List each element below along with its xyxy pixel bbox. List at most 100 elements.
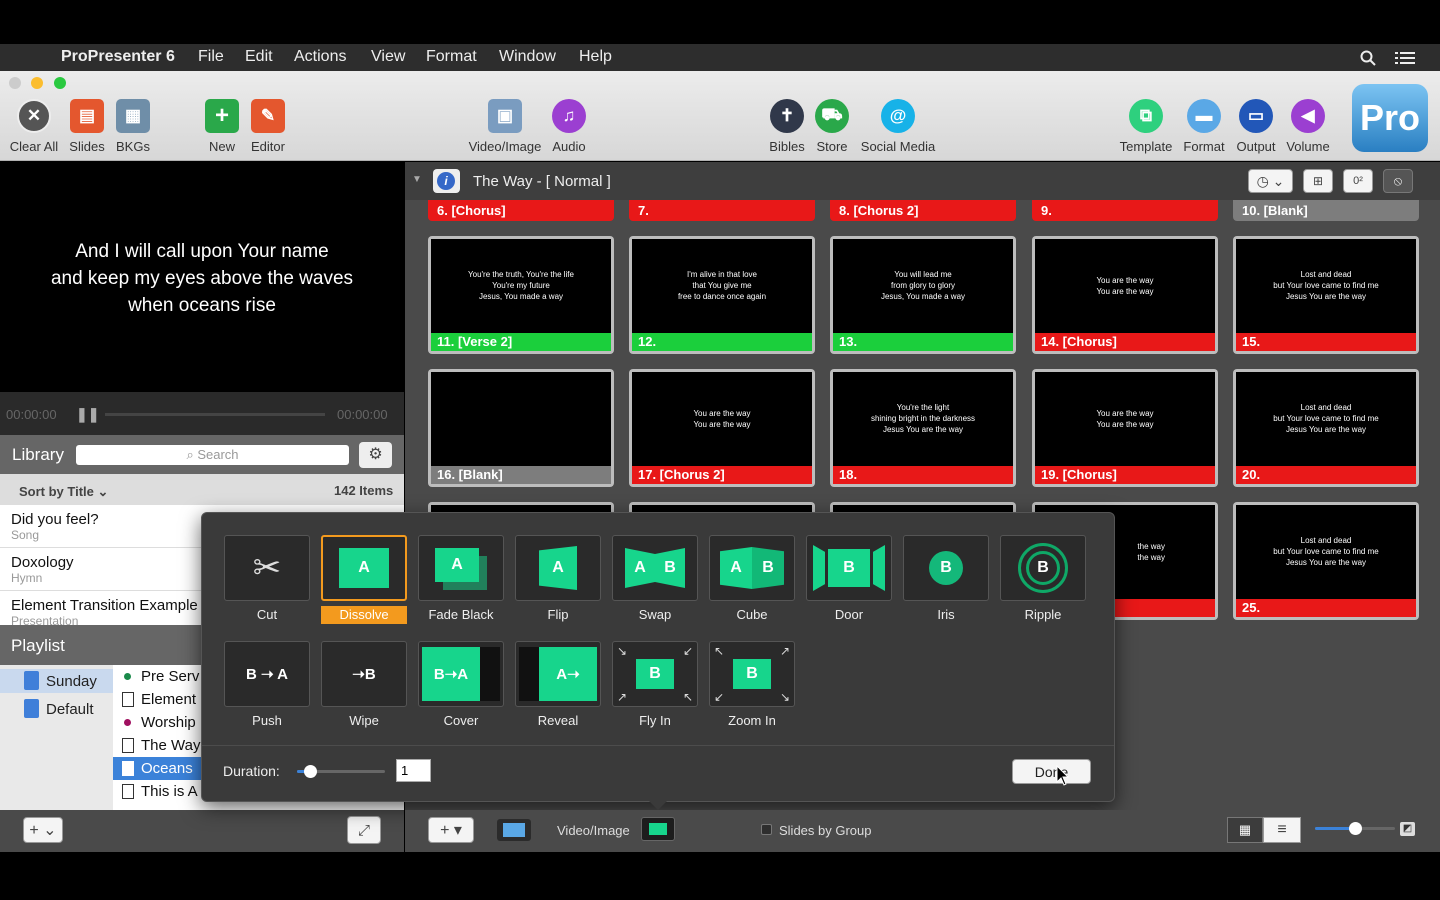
slide-label: 25. [1236, 599, 1416, 617]
window-minimize-button[interactable] [31, 77, 43, 89]
document-icon [24, 671, 39, 690]
transition-cube[interactable]: AB Cube [709, 535, 795, 624]
divider [202, 745, 1114, 746]
transition-push[interactable]: B ➝ A Push [224, 641, 310, 730]
slide-screen: You are the way You are the way [1035, 239, 1215, 334]
zoom-max-icon[interactable]: ◩ [1400, 822, 1415, 836]
slide-thumbnail[interactable]: Lost and dead but Your love came to find … [1233, 502, 1419, 620]
slide-thumbnail[interactable]: You are the way You are the way 17. [Chor… [629, 369, 815, 487]
slide-partial[interactable]: 9. [1032, 200, 1218, 221]
menu-view[interactable]: View [371, 48, 405, 66]
social-media-button[interactable]: @ Social Media [856, 99, 940, 154]
disable-icon[interactable]: ⦸ [1383, 169, 1413, 193]
propresenter-logo[interactable]: Pro [1352, 84, 1428, 152]
slide-thumbnail[interactable]: You are the way You are the way 14. [Chor… [1032, 236, 1218, 354]
transition-swap[interactable]: AB Swap [612, 535, 698, 624]
window-close-button[interactable] [9, 77, 21, 89]
slide-thumbnail[interactable]: You are the way You are the way 19. [Chor… [1032, 369, 1218, 487]
window-zoom-button[interactable] [54, 77, 66, 89]
slide-partial[interactable]: 10. [Blank] [1233, 200, 1419, 221]
transition-fly-in[interactable]: ↘ ↙ B ↗ ↖ Fly In [612, 641, 698, 730]
done-button[interactable]: Done [1012, 759, 1091, 784]
slide-thumbnail[interactable]: 16. [Blank] [428, 369, 614, 487]
slide-partial[interactable]: 7. [629, 200, 815, 221]
editor-button[interactable]: ✎ Editor [246, 99, 290, 154]
clock-icon[interactable]: 0² [1343, 169, 1373, 193]
bkgs-clear-icon: ▦ [116, 99, 150, 133]
duration-input[interactable] [396, 759, 431, 782]
library-settings-gear-icon[interactable]: ⚙ [359, 442, 392, 468]
zoom-slider-knob[interactable] [1349, 822, 1362, 835]
menu-file[interactable]: File [198, 48, 224, 66]
transition-zoom-in[interactable]: ↖ ↗ B ↙ ↘ Zoom In [709, 641, 795, 730]
grid-view-icon[interactable]: ▦ [1227, 817, 1263, 843]
slides-by-group-checkbox[interactable] [761, 824, 772, 835]
transition-ripple[interactable]: B Ripple [1000, 535, 1086, 624]
slide-thumbnail[interactable]: Lost and dead but Your love came to find … [1233, 369, 1419, 487]
transition-reveal[interactable]: A➝ Reveal [515, 641, 601, 730]
menu-window[interactable]: Window [499, 48, 556, 66]
transition-fade-black[interactable]: A Fade Black [418, 535, 504, 624]
store-button[interactable]: ⛟ Store [810, 99, 854, 154]
notification-center-icon[interactable] [1395, 51, 1415, 65]
slide-thumbnail[interactable]: I'm alive in that love that You give me fr… [629, 236, 815, 354]
slide-thumbnail[interactable]: You're the light shining bright in the da… [830, 369, 1016, 487]
slide-thumbnail[interactable]: You will lead me from glory to glory Jesus… [830, 236, 1016, 354]
library-search-input[interactable]: ⌕ Search [76, 445, 349, 465]
transition-iris[interactable]: B Iris [903, 535, 989, 624]
pause-icon[interactable]: ❚❚ [76, 406, 99, 423]
add-slide-button[interactable]: + ▾ [428, 817, 474, 843]
slide-partial[interactable]: 8. [Chorus 2] [830, 200, 1016, 221]
dissolve-icon: A [321, 535, 407, 601]
menu-help[interactable]: Help [579, 48, 612, 66]
duration-slider[interactable] [297, 765, 385, 778]
menu-edit[interactable]: Edit [245, 48, 273, 66]
transition-wipe[interactable]: ➝B Wipe [321, 641, 407, 730]
output-button[interactable]: ▭ Output [1232, 99, 1280, 154]
transition-cut[interactable]: ✂ Cut [224, 535, 310, 624]
slide-label: 13. [833, 333, 1013, 351]
audio-button[interactable]: ♫ Audio [547, 99, 591, 154]
format-button[interactable]: ▬ Format [1182, 99, 1226, 154]
bibles-button[interactable]: ✝ Bibles [765, 99, 809, 154]
clear-slides-button[interactable]: ▤ Slides [66, 99, 108, 154]
transition-door[interactable]: B Door [806, 535, 892, 624]
timer-dropdown-icon[interactable]: ◷ ⌄ [1248, 169, 1293, 193]
list-view-icon[interactable]: ≡ [1263, 817, 1301, 843]
playback-progress[interactable] [105, 413, 325, 416]
store-cart-icon: ⛟ [815, 99, 849, 133]
zoom-slider[interactable] [1315, 822, 1395, 835]
slide-partial[interactable]: 6. [Chorus] [428, 200, 614, 221]
transition-button[interactable] [641, 817, 675, 841]
playlist-folder-sunday[interactable]: Sunday [0, 669, 113, 693]
sort-by-title-dropdown[interactable]: Sort by Title ⌄ [19, 484, 108, 500]
bkg-image-icon[interactable] [497, 819, 531, 841]
template-button[interactable]: ⧉ Template [1117, 99, 1175, 154]
social-media-at-icon: @ [881, 99, 915, 133]
expand-icon[interactable]: ⤢ [347, 816, 381, 844]
transition-cover[interactable]: B➝A Cover [418, 641, 504, 730]
video-image-button[interactable]: ▣ Video/Image [466, 99, 544, 154]
library-count: 142 Items [334, 483, 394, 498]
transition-dissolve[interactable]: A Dissolve [321, 535, 407, 624]
iris-icon: B [903, 535, 989, 601]
volume-button[interactable]: ◀ Volume [1284, 99, 1332, 154]
clear-all-button[interactable]: ✕ Clear All [6, 99, 62, 154]
info-button[interactable]: i [433, 169, 460, 193]
menu-actions[interactable]: Actions [294, 48, 346, 66]
arrangement-icon[interactable]: ⊞ [1303, 169, 1333, 193]
clear-bkgs-button[interactable]: ▦ BKGs [112, 99, 154, 154]
duration-slider-knob[interactable] [304, 765, 317, 778]
menu-format[interactable]: Format [426, 48, 477, 66]
slide-thumbnail[interactable]: Lost and dead but Your love came to find … [1233, 236, 1419, 354]
disclosure-triangle-icon[interactable]: ▼ [412, 174, 422, 185]
spotlight-search-icon[interactable] [1360, 50, 1376, 66]
slide-label: 17. [Chorus 2] [632, 466, 812, 484]
transition-flip[interactable]: A Flip [515, 535, 601, 624]
app-menu[interactable]: ProPresenter 6 [61, 48, 175, 66]
new-button[interactable]: + New [200, 99, 244, 154]
playlist-folder-default[interactable]: Default [0, 697, 113, 721]
left-bottom-bar: + ⌄ ⤢ [0, 810, 404, 852]
slide-thumbnail[interactable]: You're the truth, You're the life You're … [428, 236, 614, 354]
add-playlist-button[interactable]: + ⌄ [23, 817, 63, 843]
